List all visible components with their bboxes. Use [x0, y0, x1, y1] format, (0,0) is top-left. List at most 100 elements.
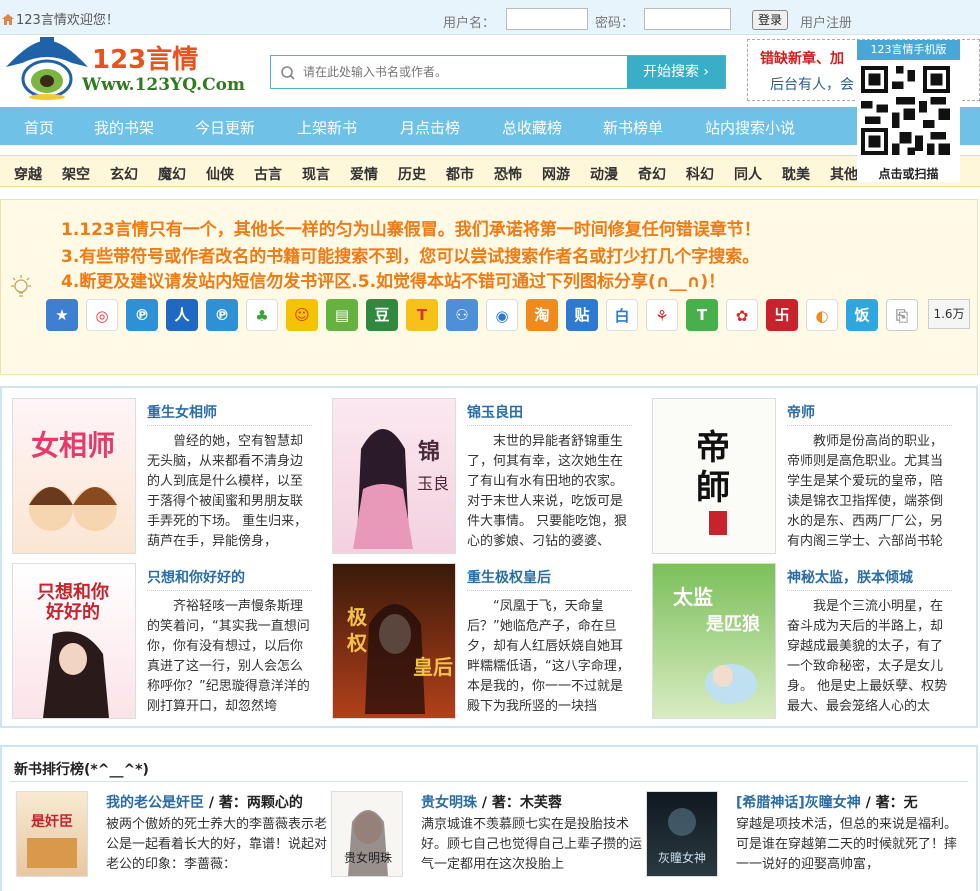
featured-book: 锦 玉良 锦玉良田 末世的异能者舒锦重生了，何其有幸，这次她生在了有山有水有田地… [322, 388, 632, 554]
cover-illustration-icon: 极 权 皇后 [346, 604, 453, 714]
cover-illustration-icon: 锦 玉良 [353, 429, 449, 549]
book-title[interactable]: 只想和你好好的 [147, 567, 312, 591]
nav-total-favorites[interactable]: 总收藏榜 [502, 117, 562, 138]
category-kehuan[interactable]: 科幻 [686, 164, 714, 184]
share-count: 1.6万 [928, 299, 970, 329]
category-xianyan[interactable]: 现言 [302, 164, 330, 184]
fanfou-share-icon[interactable]: 饭 [846, 299, 878, 331]
category-mohuan[interactable]: 魔幻 [158, 164, 186, 184]
svg-text:是匹狼: 是匹狼 [705, 613, 761, 635]
ranking-book-description: 穿越是项技术活，但总的来说是福利。可是谁在穿越第二天的时候就死了！摔一一说好的迎… [736, 817, 958, 872]
featured-book: 极 权 皇后 重生极权皇后 “凤凰于飞，天命皇后？”她临危产子，命在旦夕，却有人… [322, 553, 632, 719]
tencent-friend-share-icon[interactable]: ℗ [206, 299, 238, 331]
diandian-share-icon[interactable]: 卐 [766, 299, 798, 331]
ranking-item: 灰瞳女神 [希腊神话]灰瞳女神 / 著：无 穿越是项技术活，但总的来说是福利。可… [646, 791, 961, 891]
svg-text:锦: 锦 [418, 439, 440, 465]
cover-illustration-icon: 是奸臣 [27, 813, 77, 868]
book-cover[interactable]: 灰瞳女神 [646, 791, 718, 877]
category-dushi[interactable]: 都市 [446, 164, 474, 184]
book-description: 末世的异能者舒锦重生了，何其有幸，这次她生在了有山有水有田地的农家。对于末世人来… [467, 434, 628, 549]
nav-site-search[interactable]: 站内搜索小说 [705, 117, 795, 138]
baidu-bai-share-icon[interactable]: 白 [606, 299, 638, 331]
category-chuanyue[interactable]: 穿越 [14, 164, 42, 184]
book-cover[interactable]: 是奸臣 [16, 791, 88, 877]
book-cover[interactable]: 帝 師 [652, 398, 776, 554]
book-title[interactable]: 帝师 [787, 402, 952, 426]
category-aiqing[interactable]: 爱情 [350, 164, 378, 184]
search-input[interactable] [303, 61, 623, 83]
brand-name: 123言情 [92, 45, 199, 75]
nav-new-books[interactable]: 上架新书 [297, 117, 357, 138]
username-field[interactable] [506, 8, 588, 30]
home-icon [2, 14, 14, 25]
ranking-title: 新书排行榜(*^__^*) [14, 762, 149, 778]
kaixin-share-icon[interactable]: ♣ [246, 299, 278, 331]
mobile-qr-widget[interactable]: 123言情手机版 点击或扫描 [857, 40, 960, 182]
featured-book: 太监 是匹狼 神秘太监，朕本倾城 我是个三流小明星，在奋斗成为天后的半路上，却穿… [642, 553, 952, 719]
category-qita[interactable]: 其他 [830, 164, 858, 184]
password-field[interactable] [644, 8, 731, 30]
msn-share-icon[interactable]: ⚇ [446, 299, 478, 331]
category-xuanhuan[interactable]: 玄幻 [110, 164, 138, 184]
category-lishi[interactable]: 历史 [398, 164, 426, 184]
douban-share-icon[interactable]: 豆 [366, 299, 398, 331]
feixin-share-icon[interactable]: ⚘ [646, 299, 678, 331]
featured-books: 女相师 重生女相师 曾经的她，空有智慧却无头脑，从来都看不清身边的人到底是什么模… [0, 386, 978, 728]
category-xianxia[interactable]: 仙侠 [206, 164, 234, 184]
category-danmei[interactable]: 耽美 [782, 164, 810, 184]
register-link[interactable]: 用户注册 [800, 12, 852, 31]
category-wangyou[interactable]: 网游 [542, 164, 570, 184]
svg-text:女相师: 女相师 [31, 429, 115, 462]
ranking-book-title[interactable]: [希腊神话]灰瞳女神 [736, 795, 861, 811]
book-title[interactable]: 神秘太监，朕本倾城 [787, 567, 952, 591]
lightbulb-icon [11, 275, 31, 297]
category-guyan[interactable]: 古言 [254, 164, 282, 184]
mobile-title: 123言情手机版 [857, 40, 960, 60]
pengyou-share-icon[interactable]: ☺ [286, 299, 318, 331]
qzone-share-icon[interactable]: ★ [46, 299, 78, 331]
ranking-book-author: / 著：木芙蓉 [477, 795, 562, 811]
nav-home[interactable]: 首页 [24, 117, 54, 138]
book-cover[interactable]: 太监 是匹狼 [652, 563, 776, 719]
ranking-book-title[interactable]: 贵女明珠 [421, 795, 477, 811]
qq-space-share-icon[interactable]: ◐ [806, 299, 838, 331]
nav-bookshelf[interactable]: 我的书架 [94, 117, 154, 138]
svg-text:权: 权 [346, 631, 368, 655]
nav-new-ranking[interactable]: 新书榜单 [603, 117, 663, 138]
book-cover[interactable]: 女相师 [12, 398, 136, 554]
tianya-share-icon[interactable]: T [406, 299, 438, 331]
book-title[interactable]: 重生极权皇后 [467, 567, 632, 591]
login-button[interactable]: 登录 [752, 10, 788, 30]
cover-illustration-icon: 只想和你 好好的 [37, 581, 109, 718]
category-qihuan[interactable]: 奇幻 [638, 164, 666, 184]
book-cover[interactable]: 极 权 皇后 [332, 563, 456, 719]
book-title[interactable]: 锦玉良田 [467, 402, 632, 426]
taobao-share-icon[interactable]: 淘 [526, 299, 558, 331]
weibo-share-icon[interactable]: ◎ [86, 299, 118, 331]
sohu-share-icon[interactable]: ◉ [486, 299, 518, 331]
netease-share-icon[interactable]: ✿ [726, 299, 758, 331]
book-cover[interactable]: 贵女明珠 [331, 791, 403, 877]
announcement-panel: 1.123言情只有一个，其他长一样的匀为山寨假冒。我们承诺将第一时间修复任何错误… [0, 199, 978, 375]
renren-share-icon[interactable]: 人 [166, 299, 198, 331]
book-cover[interactable]: 只想和你 好好的 [12, 563, 136, 719]
tweet-share-icon[interactable]: T [686, 299, 718, 331]
category-jiakong[interactable]: 架空 [62, 164, 90, 184]
site-logo[interactable]: 123言情 Www.123YQ.Com [2, 37, 252, 103]
svg-text:极: 极 [347, 605, 368, 629]
category-dongman[interactable]: 动漫 [590, 164, 618, 184]
copy-share-icon[interactable]: ⎘ [886, 299, 918, 331]
nav-today-update[interactable]: 今日更新 [195, 117, 255, 138]
header: 123言情 Www.123YQ.Com 开始搜索 › 错缺新章、加 后台有人，会 [0, 35, 980, 107]
nav-monthly-clicks[interactable]: 月点击榜 [400, 117, 460, 138]
category-tongren[interactable]: 同人 [734, 164, 762, 184]
tieba-share-icon[interactable]: 贴 [566, 299, 598, 331]
search-button[interactable]: 开始搜索 › [627, 56, 725, 88]
ranking-book-title[interactable]: 我的老公是奸臣 [106, 795, 204, 811]
tencent-weibo-share-icon[interactable]: ℗ [126, 299, 158, 331]
douban9-share-icon[interactable]: ▤ [326, 299, 358, 331]
welcome-text: 123言情欢迎您！ [2, 9, 119, 28]
book-cover[interactable]: 锦 玉良 [332, 398, 456, 554]
book-title[interactable]: 重生女相师 [147, 402, 312, 426]
category-kongbu[interactable]: 恐怖 [494, 164, 522, 184]
